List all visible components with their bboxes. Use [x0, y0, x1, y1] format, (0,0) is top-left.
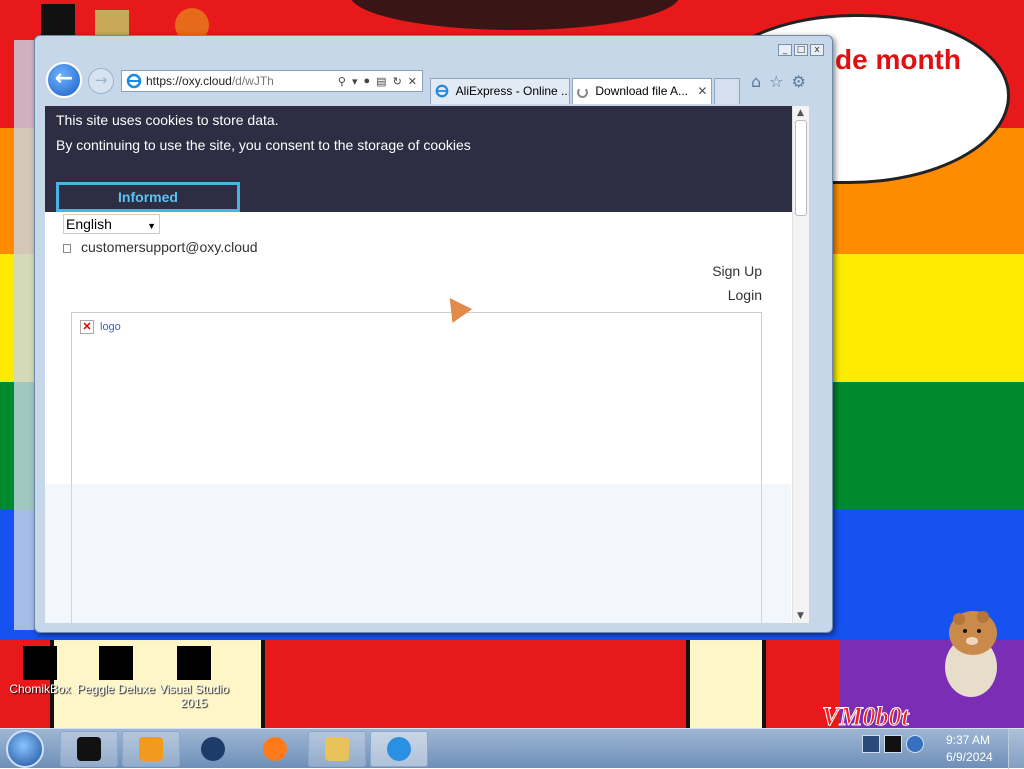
gear-icon[interactable]: ⚙ [792, 72, 806, 91]
firefox-icon [263, 737, 287, 761]
support-email[interactable]: customersupport@oxy.cloud [81, 239, 258, 255]
logo-image[interactable]: ✕ logo [80, 320, 121, 334]
taskbar-app-explorer[interactable] [308, 731, 366, 767]
maximize-button[interactable]: □ [794, 44, 808, 56]
desktop-icon-peggle-deluxe[interactable]: Peggle Deluxe [76, 646, 156, 696]
tray-network-icon[interactable] [862, 735, 880, 753]
compat-view-icon[interactable]: ▤ [376, 75, 386, 88]
tab-download-file[interactable]: Download file A... ✕ [572, 78, 712, 104]
hamster-image [945, 611, 997, 697]
cookie-message-line2: By continuing to use the site, you conse… [56, 137, 471, 153]
tray-app-icon[interactable] [884, 735, 902, 753]
speech-bubble-text: de month [835, 44, 961, 75]
minimize-button[interactable]: _ [778, 44, 792, 56]
desktop-icon-visual-studio[interactable]: Visual Studio 2015 [154, 646, 234, 710]
tab-aliexpress[interactable]: AliExpress - Online ... [430, 78, 570, 104]
taskbar-app-internet-explorer[interactable] [370, 731, 428, 767]
tab-label: Download file A... [595, 84, 689, 98]
taskbar-app-steam[interactable] [184, 731, 242, 767]
url-path: /d/wJTh [231, 74, 274, 88]
refresh-icon[interactable]: ↻ [393, 75, 402, 88]
clock-date[interactable]: 6/9/2024 [946, 750, 993, 764]
language-select[interactable]: English ▼ [63, 214, 160, 234]
scroll-up-icon[interactable]: ▲ [797, 108, 804, 118]
url-text[interactable]: https://oxy.cloud/d/wJTh [146, 74, 274, 88]
chomikbox-icon [23, 646, 57, 680]
taskbar: 9:37 AM 6/9/2024 [0, 728, 1024, 769]
desktop-icon-label: ChomikBox [9, 682, 71, 696]
browser-window[interactable]: _ □ x ← → https://oxy.cloud/d/wJTh ⚲ ▾ ●… [34, 35, 833, 633]
ie-icon [126, 73, 142, 89]
home-icon[interactable]: ⌂ [751, 72, 761, 91]
taskbar-app-firefox[interactable] [246, 731, 304, 767]
desktop-icon-chomikbox[interactable]: ChomikBox [0, 646, 80, 696]
url-domain: https://oxy.cloud [146, 74, 232, 88]
peggle-icon [99, 646, 133, 680]
show-desktop-button[interactable] [1008, 729, 1024, 769]
search-icon[interactable]: ⚲ [338, 75, 346, 88]
scrollbar-thumb[interactable] [795, 120, 807, 216]
back-button[interactable]: ← [46, 62, 82, 98]
broken-image-icon: ✕ [80, 320, 94, 334]
close-button[interactable]: x [810, 44, 824, 56]
clock-time[interactable]: 9:37 AM [946, 733, 990, 747]
visual-studio-icon [177, 646, 211, 680]
stop-icon[interactable]: ✕ [408, 75, 417, 88]
login-link[interactable]: Login [728, 287, 762, 303]
tab-label: AliExpress - Online ... [455, 84, 570, 98]
scroll-down-icon[interactable]: ▼ [797, 611, 804, 621]
address-bar-icons: ⚲ ▾ ● ▤ ↻ ✕ [338, 75, 422, 88]
folder-icon [325, 737, 349, 761]
page-content: This site uses cookies to store data. By… [45, 106, 809, 623]
support-email-row: customersupport@oxy.cloud [63, 239, 258, 255]
chevron-down-icon: ▼ [147, 221, 156, 231]
email-icon [63, 244, 71, 253]
arrow-right-icon: → [94, 71, 108, 89]
informed-button[interactable]: Informed [56, 182, 240, 212]
browser-toolbar-icons: ⌂ ☆ ⚙ [751, 72, 806, 91]
background-window-edge [14, 40, 34, 630]
new-tab-button[interactable] [714, 78, 740, 104]
ie-icon [387, 737, 411, 761]
system-tray [862, 735, 924, 753]
cookie-message-line1: This site uses cookies to store data. [56, 112, 279, 128]
taskbar-app-1[interactable] [60, 731, 118, 767]
arrow-left-icon: ← [54, 66, 74, 91]
tray-sync-icon[interactable] [906, 735, 924, 753]
media-player-icon [139, 737, 163, 761]
close-icon[interactable]: ✕ [697, 84, 707, 98]
loading-spinner-icon [577, 87, 588, 98]
cookie-banner: This site uses cookies to store data. By… [45, 106, 809, 212]
ie-icon [435, 84, 449, 98]
window-controls: _ □ x [778, 44, 824, 56]
star-icon[interactable]: ☆ [769, 72, 783, 91]
content-overlay [45, 484, 791, 623]
desktop-icon-label: Peggle Deluxe [76, 682, 156, 696]
logo-alt-text: logo [100, 321, 121, 333]
desktop-icon-label: Visual Studio 2015 [159, 682, 229, 710]
taskbar-app-media-player[interactable] [122, 731, 180, 767]
address-bar[interactable]: https://oxy.cloud/d/wJTh ⚲ ▾ ● ▤ ↻ ✕ [121, 70, 423, 92]
start-button[interactable] [6, 730, 44, 768]
forward-button[interactable]: → [88, 68, 114, 94]
dropdown-icon[interactable]: ▾ [352, 75, 358, 88]
lock-icon[interactable]: ● [364, 75, 371, 88]
language-select-value: English [66, 216, 112, 232]
sign-up-link[interactable]: Sign Up [712, 263, 762, 279]
steam-icon [201, 737, 225, 761]
vertical-scrollbar[interactable]: ▲ ▼ [792, 106, 809, 623]
wallpaper-yellow-shape-right [686, 640, 766, 730]
black-box-icon [77, 737, 101, 761]
